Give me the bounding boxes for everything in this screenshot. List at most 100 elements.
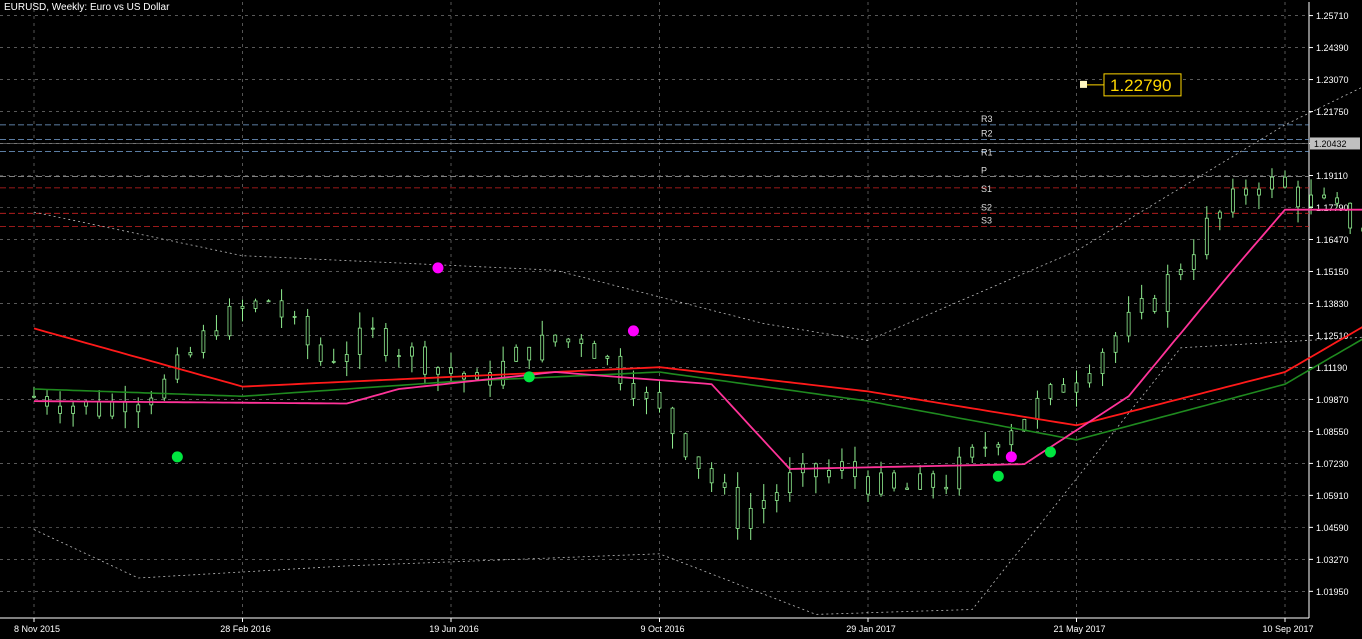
band-lower-line [33,336,1362,615]
candle-body [188,352,193,356]
candle-body [1100,351,1105,375]
candle-body [214,330,219,337]
candle-body [1074,382,1079,393]
candle-body [931,473,936,488]
y-tick-label: 1.25710 [1316,11,1349,21]
ma-green-line [33,338,1362,441]
candle-body [201,330,206,353]
candle-body [709,468,714,484]
candle-body [227,305,232,337]
candle-body [866,476,870,495]
candle-body [631,383,636,399]
x-tick-label: 10 Sep 2017 [1262,624,1313,634]
candle-body [1335,197,1340,204]
candle-body [1204,217,1209,256]
candle-body [996,444,1001,448]
candles [32,168,1362,540]
candle-body [292,315,297,318]
current-price-label: 1.20432 [1314,139,1347,149]
candle-body [1061,384,1066,393]
candle-body [592,343,597,359]
signal-dot-green [992,470,1004,482]
pivot-label-r1: R1 [981,148,993,158]
candle-body [683,433,688,458]
candle-body [266,300,271,303]
target-marker [1080,80,1087,88]
candle-body [1270,176,1274,190]
candle-body [813,463,818,478]
candle-body [1139,298,1144,313]
candle-body [905,487,909,490]
signal-dot-pink [627,325,639,337]
x-tick-label: 29 Jan 2017 [846,624,896,634]
candle-body [514,346,519,362]
y-tick-label: 1.24390 [1316,43,1349,53]
candle-body [344,354,349,362]
y-tick-label: 1.23070 [1316,75,1349,85]
candle-body [1322,194,1326,199]
candle-body [1048,384,1053,399]
candle-body [644,391,649,399]
y-tick-label: 1.21750 [1316,107,1349,117]
x-tick-label: 9 Oct 2016 [640,624,684,634]
candle-body [279,300,284,318]
candle-body [1113,335,1118,353]
candle-body [318,344,323,362]
candle-body [566,338,571,343]
y-tick-label: 1.16470 [1316,235,1349,245]
y-tick-label: 1.19110 [1316,171,1348,181]
candle-body [1152,298,1157,312]
candle-body [827,469,831,478]
signal-dot-green [171,451,183,463]
y-tick-label: 1.03270 [1316,555,1349,565]
candle-body [527,346,532,361]
candle-body [175,354,180,380]
candle-body [553,334,558,343]
candle-body [735,487,740,529]
candle-body [370,327,375,330]
candle-body [1022,418,1027,432]
candle-body [1230,188,1235,213]
candle-body [918,473,923,490]
y-tick-label: 1.08550 [1316,427,1349,437]
candle-body [540,334,545,361]
signal-dot-green [523,371,535,383]
candle-body [722,482,727,488]
y-tick-label: 1.15150 [1316,267,1349,277]
candle-body [670,407,675,435]
pivot-label-r2: R2 [981,128,993,138]
candle-body [58,405,62,414]
y-tick-label: 1.04590 [1316,523,1349,533]
signal-dot-pink [1005,451,1017,463]
candle-body [449,367,453,374]
y-tick-label: 1.17790 [1316,203,1349,213]
candle-body [97,400,102,417]
x-tick-label: 28 Feb 2016 [220,624,271,634]
candle-body [1257,188,1261,196]
candle-body [1309,194,1313,208]
target-label: 1.22790 [1110,76,1171,95]
candle-body [1348,202,1353,229]
candle-body [71,405,75,414]
candle-body [579,338,584,344]
candle-body [944,486,949,490]
y-tick-label: 1.09870 [1316,395,1349,405]
candle-body [410,346,414,357]
x-tick-label: 19 Jun 2016 [429,624,479,634]
candle-body [305,315,310,346]
candle-body [1087,373,1092,384]
candle-body [331,360,336,363]
candle-body [396,355,401,357]
candle-body [1009,430,1014,446]
price-chart[interactable]: 1.25710 1.24390 1.23070 1.21750 1.20432 1.191… [0,0,1362,639]
pivot-label-r3: R3 [981,114,993,124]
candle-body [162,378,167,399]
ma-red-line [33,326,1362,427]
candle-body [605,355,610,359]
candle-body [1178,269,1183,276]
candle-body [32,395,36,398]
candle-body [853,461,857,478]
y-tick-label: 1.07230 [1316,459,1349,469]
candle-body [501,360,506,386]
candle-body [123,401,128,413]
